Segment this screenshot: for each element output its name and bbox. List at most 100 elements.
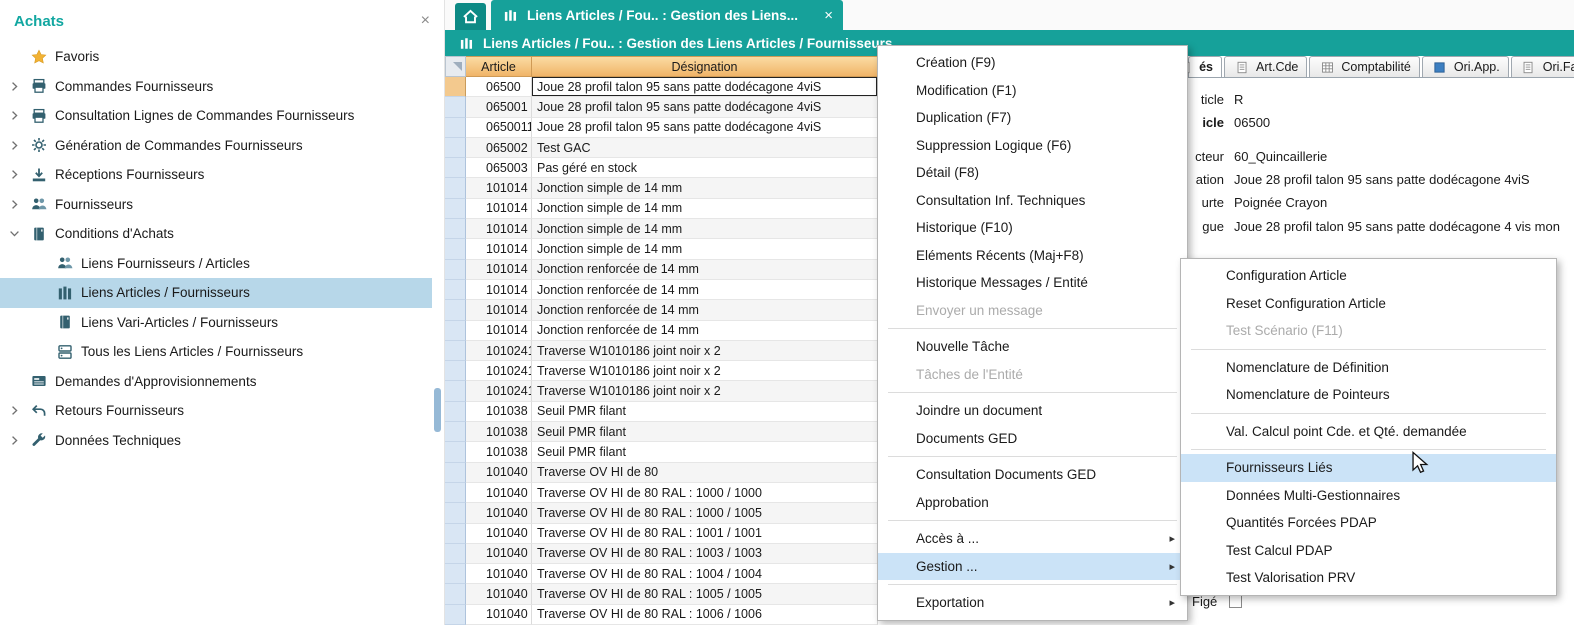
row-selector-cell[interactable] bbox=[445, 341, 466, 361]
menu-item[interactable]: Accès à ...▸ bbox=[878, 525, 1187, 553]
menu-item[interactable]: Configuration Article bbox=[1181, 262, 1556, 290]
row-selector-cell[interactable] bbox=[445, 381, 466, 401]
detail-tab[interactable]: Ori.App. bbox=[1422, 56, 1509, 77]
sidebar-item[interactable]: Retours Fournisseurs bbox=[0, 396, 432, 426]
row-selector-cell[interactable] bbox=[445, 483, 466, 503]
row-selector-cell[interactable] bbox=[445, 503, 466, 523]
sidebar-close-icon[interactable]: × bbox=[421, 12, 430, 30]
home-button[interactable] bbox=[455, 3, 486, 30]
tab-close-icon[interactable]: × bbox=[824, 7, 833, 24]
table-row[interactable]: 065002Test GAC bbox=[445, 138, 878, 158]
menu-item[interactable]: Détail (F8) bbox=[878, 159, 1187, 187]
row-selector-cell[interactable] bbox=[445, 321, 466, 341]
table-row[interactable]: 101040Traverse OV HI de 80 RAL : 1000 / … bbox=[445, 503, 878, 523]
table-row[interactable]: 101014Jonction simple de 14 mm bbox=[445, 239, 878, 259]
sidebar-item[interactable]: Données Techniques bbox=[0, 426, 432, 456]
table-row[interactable]: 06500Joue 28 profil talon 95 sans patte … bbox=[445, 77, 878, 97]
menu-item[interactable]: Documents GED bbox=[878, 425, 1187, 453]
menu-item[interactable]: Reset Configuration Article bbox=[1181, 290, 1556, 318]
table-row[interactable]: 101014Jonction simple de 14 mm bbox=[445, 199, 878, 219]
sidebar-item[interactable]: Fournisseurs bbox=[0, 190, 432, 220]
chevron-right-icon[interactable] bbox=[8, 138, 23, 153]
sidebar-scrollbar-thumb[interactable] bbox=[434, 388, 441, 432]
detail-tab[interactable]: Ori.Fab. bbox=[1511, 56, 1574, 77]
row-selector-cell[interactable] bbox=[445, 178, 466, 198]
row-selector-cell[interactable] bbox=[445, 584, 466, 604]
menu-item[interactable]: Données Multi-Gestionnaires bbox=[1181, 482, 1556, 510]
row-selector-cell[interactable] bbox=[445, 544, 466, 564]
menu-item[interactable]: Test Calcul PDAP bbox=[1181, 537, 1556, 565]
sidebar-item[interactable]: Conditions d'Achats bbox=[0, 219, 432, 249]
sidebar-item[interactable]: Consultation Lignes de Commandes Fournis… bbox=[0, 101, 432, 131]
chevron-right-icon[interactable] bbox=[8, 197, 23, 212]
table-row[interactable]: 101040Traverse OV HI de 80 RAL : 1000 / … bbox=[445, 483, 878, 503]
menu-item[interactable]: Création (F9) bbox=[878, 49, 1187, 77]
sidebar-item[interactable]: Commandes Fournisseurs bbox=[0, 72, 432, 102]
sidebar-item[interactable]: Génération de Commandes Fournisseurs bbox=[0, 131, 432, 161]
row-selector-cell[interactable] bbox=[445, 463, 466, 483]
table-row[interactable]: 101038Seuil PMR filant bbox=[445, 442, 878, 462]
menu-item[interactable]: Modification (F1) bbox=[878, 77, 1187, 105]
menu-item[interactable]: Nouvelle Tâche bbox=[878, 333, 1187, 361]
menu-item[interactable]: Consultation Inf. Techniques bbox=[878, 187, 1187, 215]
sidebar-item[interactable]: Réceptions Fournisseurs bbox=[0, 160, 432, 190]
table-row[interactable]: 065003Pas géré en stock bbox=[445, 158, 878, 178]
row-selector-cell[interactable] bbox=[445, 524, 466, 544]
detail-tab[interactable]: és bbox=[1188, 56, 1222, 77]
row-selector-cell[interactable] bbox=[445, 605, 466, 625]
table-row[interactable]: 101014Jonction renforcée de 14 mm bbox=[445, 300, 878, 320]
chevron-right-icon[interactable] bbox=[8, 403, 23, 418]
sidebar-item[interactable]: Tous les Liens Articles / Fournisseurs bbox=[0, 337, 432, 367]
chevron-down-icon[interactable] bbox=[8, 226, 23, 241]
sidebar-item[interactable]: Liens Fournisseurs / Articles bbox=[0, 249, 432, 279]
row-selector-cell[interactable] bbox=[445, 300, 466, 320]
menu-item[interactable]: Val. Calcul point Cde. et Qté. demandée bbox=[1181, 418, 1556, 446]
table-row[interactable]: 101040Traverse OV HI de 80 RAL : 1003 / … bbox=[445, 544, 878, 564]
table-row[interactable]: 1010241Traverse W1010186 joint noir x 2 bbox=[445, 381, 878, 401]
row-selector-cell[interactable] bbox=[445, 97, 466, 117]
menu-item[interactable]: Historique Messages / Entité bbox=[878, 269, 1187, 297]
menu-item[interactable]: Quantités Forcées PDAP bbox=[1181, 509, 1556, 537]
table-row[interactable]: 101040Traverse OV HI de 80 bbox=[445, 463, 878, 483]
column-header-article[interactable]: Article bbox=[466, 56, 532, 77]
row-selector-cell[interactable] bbox=[445, 199, 466, 219]
tab-liens-articles-fournisseurs[interactable]: Liens Articles / Fou.. : Gestion des Lie… bbox=[491, 0, 843, 30]
menu-item[interactable]: Joindre un document bbox=[878, 397, 1187, 425]
table-row[interactable]: 101038Seuil PMR filant bbox=[445, 402, 878, 422]
row-selector-cell[interactable] bbox=[445, 260, 466, 280]
table-row[interactable]: 101040Traverse OV HI de 80 RAL : 1006 / … bbox=[445, 605, 878, 625]
sidebar-item[interactable]: Demandes d'Approvisionnements bbox=[0, 367, 432, 397]
row-selector-cell[interactable] bbox=[445, 118, 466, 138]
menu-item[interactable]: Consultation Documents GED bbox=[878, 461, 1187, 489]
menu-item[interactable]: Eléments Récents (Maj+F8) bbox=[878, 242, 1187, 270]
table-row[interactable]: 101014Jonction renforcée de 14 mm bbox=[445, 321, 878, 341]
table-row[interactable]: 101014Jonction simple de 14 mm bbox=[445, 219, 878, 239]
detail-tab[interactable]: Comptabilité bbox=[1309, 56, 1419, 77]
row-selector-cell[interactable] bbox=[445, 280, 466, 300]
row-selector-cell[interactable] bbox=[445, 402, 466, 422]
sidebar-item[interactable]: Favoris bbox=[0, 42, 432, 72]
column-header-designation[interactable]: Désignation bbox=[532, 56, 878, 77]
chevron-right-icon[interactable] bbox=[8, 433, 23, 448]
row-selector-cell[interactable] bbox=[445, 138, 466, 158]
menu-item[interactable]: Nomenclature de Définition bbox=[1181, 354, 1556, 382]
menu-item[interactable]: Test Valorisation PRV bbox=[1181, 564, 1556, 592]
row-selector-cell[interactable] bbox=[445, 219, 466, 239]
table-row[interactable]: 1010241Traverse W1010186 joint noir x 2 bbox=[445, 361, 878, 381]
sidebar-item[interactable]: Liens Vari-Articles / Fournisseurs bbox=[0, 308, 432, 338]
table-row[interactable]: 101038Seuil PMR filant bbox=[445, 422, 878, 442]
table-row[interactable]: 101014Jonction renforcée de 14 mm bbox=[445, 280, 878, 300]
detail-tab[interactable]: Art.Cde bbox=[1224, 56, 1307, 77]
row-selector-cell[interactable] bbox=[445, 422, 466, 442]
row-selector-cell[interactable] bbox=[445, 158, 466, 178]
table-row[interactable]: 101040Traverse OV HI de 80 RAL : 1001 / … bbox=[445, 524, 878, 544]
select-all-corner[interactable] bbox=[445, 56, 466, 77]
menu-item[interactable]: Duplication (F7) bbox=[878, 104, 1187, 132]
menu-item[interactable]: Nomenclature de Pointeurs bbox=[1181, 381, 1556, 409]
row-selector-cell[interactable] bbox=[445, 564, 466, 584]
row-selector-cell[interactable] bbox=[445, 361, 466, 381]
table-row[interactable]: 101014Jonction renforcée de 14 mm bbox=[445, 260, 878, 280]
menu-item[interactable]: Exportation▸ bbox=[878, 589, 1187, 617]
menu-item[interactable]: Gestion ...▸ bbox=[878, 553, 1187, 581]
menu-item[interactable]: Fournisseurs Liés bbox=[1181, 454, 1556, 482]
